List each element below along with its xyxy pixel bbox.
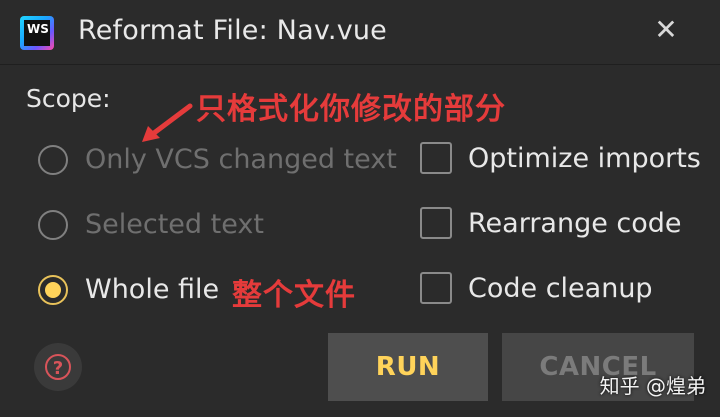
annotation-arrow-icon — [142, 103, 193, 142]
scope-label: Scope: — [26, 84, 111, 113]
radio-circle[interactable] — [38, 209, 68, 240]
radio-option-vcs-changed[interactable]: Only VCS changed text — [38, 144, 397, 175]
radio-option-whole-file[interactable]: Whole file — [38, 274, 219, 305]
title-bar: WS Reformat File: Nav.vue ✕ — [0, 0, 720, 65]
checkbox-box[interactable] — [420, 207, 452, 239]
checkbox-box[interactable] — [420, 272, 452, 304]
checkbox-rearrange-code[interactable]: Rearrange code — [420, 207, 682, 239]
radio-label-selected-text: Selected text — [85, 209, 264, 240]
logo-text: WS — [24, 20, 50, 46]
run-button[interactable]: RUN — [328, 333, 488, 401]
radio-circle[interactable] — [38, 144, 68, 175]
close-icon[interactable]: ✕ — [654, 16, 678, 44]
checkbox-label-rearrange-code: Rearrange code — [468, 207, 682, 239]
radio-label-whole-file: Whole file — [85, 274, 220, 305]
checkbox-code-cleanup[interactable]: Code cleanup — [420, 272, 653, 304]
webstorm-logo-icon: WS — [20, 16, 54, 50]
dialog-title: Reformat File: Nav.vue — [78, 15, 387, 46]
radio-label-vcs-changed: Only VCS changed text — [85, 144, 397, 175]
help-icon: ? — [45, 354, 71, 380]
radio-option-selected-text[interactable]: Selected text — [38, 209, 264, 240]
annotation-bottom: 整个文件 — [232, 278, 356, 313]
watermark: 知乎 @煌弟 — [599, 374, 706, 398]
checkbox-label-optimize-imports: Optimize imports — [468, 142, 701, 174]
help-button[interactable]: ? — [34, 343, 82, 391]
checkbox-optimize-imports[interactable]: Optimize imports — [420, 142, 701, 174]
radio-circle-checked[interactable] — [38, 274, 68, 305]
checkbox-box[interactable] — [420, 142, 452, 174]
annotation-top: 只格式化你修改的部分 — [196, 92, 506, 127]
checkbox-label-code-cleanup: Code cleanup — [468, 272, 653, 304]
